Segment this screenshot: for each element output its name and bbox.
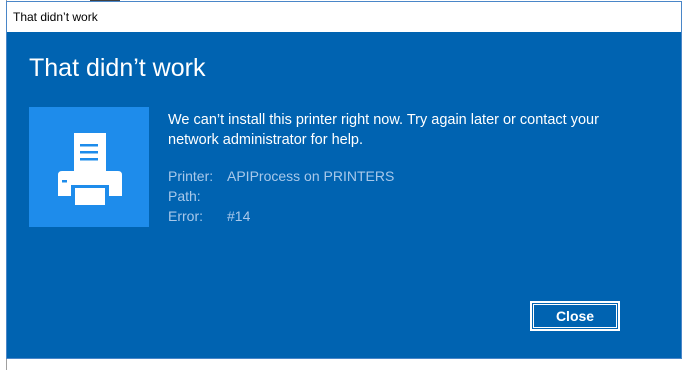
detail-label: Error: [168, 208, 203, 224]
detail-value: #14 [227, 208, 251, 224]
detail-value: APIProcess on PRINTERS [227, 168, 395, 184]
error-details: Printer: APIProcess on PRINTERS Path: Er… [168, 166, 394, 226]
error-message: We can’t install this printer right now.… [168, 112, 599, 148]
detail-label: Path: [168, 188, 201, 204]
detail-row-path: Path: [168, 186, 394, 206]
close-button[interactable]: Close [529, 300, 621, 332]
printer-icon [29, 107, 149, 227]
window-title: That didn’t work [13, 10, 98, 24]
detail-label: Printer: [168, 168, 214, 184]
detail-row-printer: Printer: APIProcess on PRINTERS [168, 166, 394, 186]
title-bar[interactable]: That didn’t work [7, 2, 681, 32]
error-dialog: That didn’t work That didn’t work We can… [6, 1, 682, 359]
detail-row-error: Error: #14 [168, 206, 394, 226]
dialog-heading: That didn’t work [29, 54, 206, 82]
